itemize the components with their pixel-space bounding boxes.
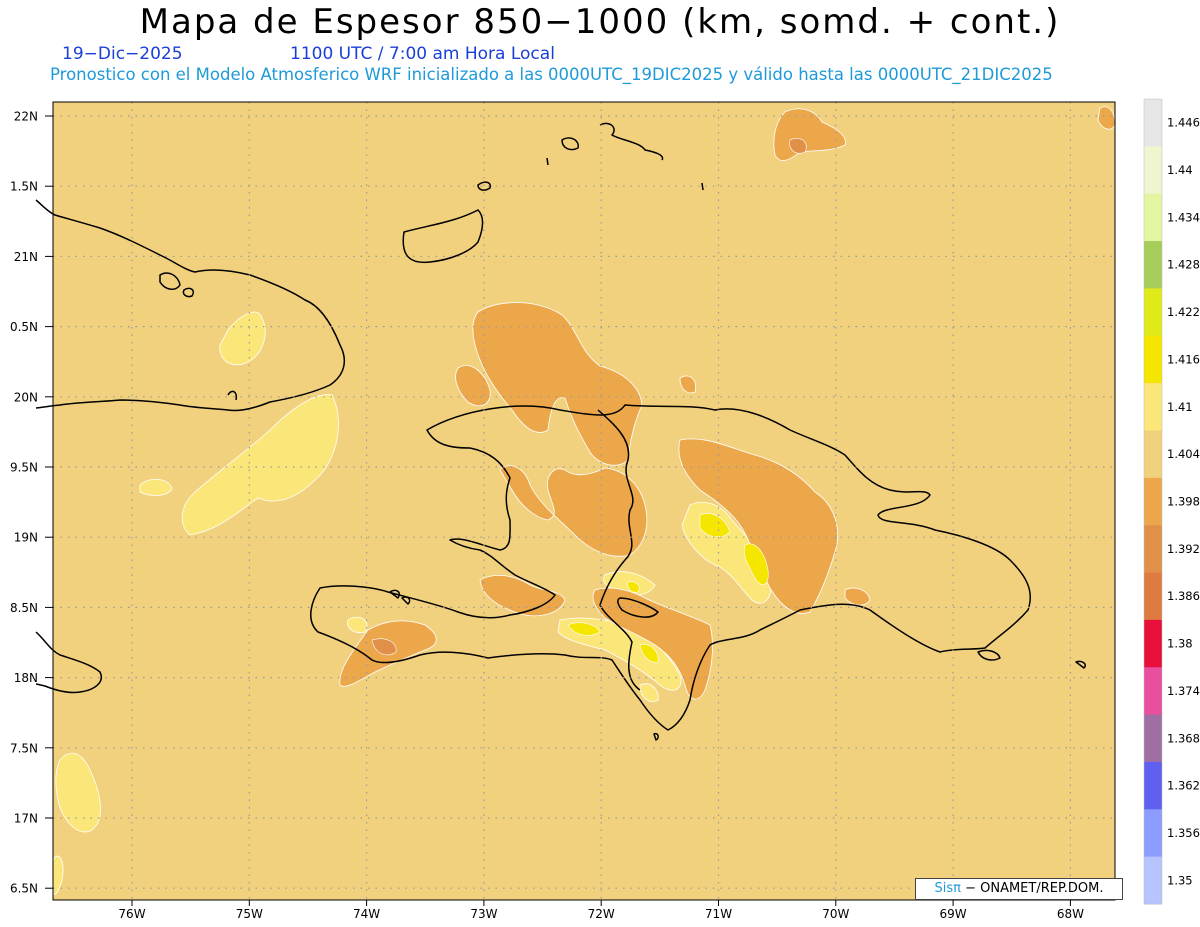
lat-tick-label: 9.5N [10, 461, 38, 475]
lon-tick-label: 76W [118, 907, 145, 921]
colorbar-label: 1.404 [1167, 447, 1200, 461]
colorbar-swatch [1144, 383, 1162, 431]
colorbar-label: 1.38 [1167, 637, 1193, 651]
colorbar-label: 1.422 [1167, 305, 1200, 319]
colorbar-swatch [1144, 525, 1162, 574]
lon-tick-label: 74W [353, 907, 380, 921]
colorbar-label: 1.368 [1167, 731, 1200, 745]
colorbar-label: 1.356 [1167, 826, 1200, 840]
colorbar-swatch [1144, 809, 1162, 858]
longitude-axis: 76W 75W 74W 73W 72W 71W 70W 69W 68W [118, 900, 1084, 921]
lon-tick-label: 73W [470, 907, 497, 921]
colorbar-label: 1.434 [1167, 210, 1200, 224]
colorbar-swatch [1144, 430, 1162, 479]
lat-tick-label: 0.5N [10, 320, 38, 334]
colorbar-label: 1.41 [1167, 400, 1193, 414]
lon-tick-label: 75W [236, 907, 263, 921]
colorbar-label: 1.446 [1167, 116, 1200, 130]
colorbar-label: 1.386 [1167, 589, 1200, 603]
colorbar-swatch [1144, 477, 1162, 526]
colorbar-label: 1.35 [1167, 873, 1193, 887]
lat-tick-label: 1.5N [10, 180, 38, 194]
credit-text: − ONAMET/REP.DOM. [960, 881, 1104, 896]
lat-tick-label: 17N [14, 812, 38, 826]
colorbar-swatch [1144, 856, 1162, 905]
latitude-axis: 22N 1.5N 21N 0.5N 20N 9.5N 19N 8.5N 18N 7.5N 17N 6.… [10, 110, 53, 896]
colorbar-swatch [1144, 193, 1162, 242]
credit-box: Sisπ − ONAMET/REP.DOM. [915, 878, 1123, 900]
sis-logo: Sisπ [934, 881, 961, 896]
colorbar-swatch [1144, 288, 1162, 337]
lon-tick-label: 72W [588, 907, 615, 921]
lat-tick-label: 7.5N [10, 741, 38, 755]
colorbar-label: 1.362 [1167, 779, 1200, 793]
thickness-map: 22N 1.5N 21N 0.5N 20N 9.5N 19N 8.5N 18N 7.5N 17N 6.… [10, 98, 1200, 921]
colorbar-swatch [1144, 335, 1162, 384]
lon-tick-label: 71W [705, 907, 732, 921]
colorbar-label: 1.392 [1167, 542, 1200, 556]
lon-tick-label: 68W [1057, 907, 1084, 921]
colorbar-swatch [1144, 714, 1162, 763]
lat-tick-label: 18N [14, 671, 38, 685]
colorbar-label: 1.44 [1167, 163, 1193, 177]
colorbar-swatch [1144, 761, 1162, 810]
lon-tick-label: 69W [940, 907, 967, 921]
lat-tick-label: 8.5N [10, 601, 38, 615]
colorbar-label: 1.398 [1167, 495, 1200, 509]
colorbar-swatch [1144, 99, 1162, 147]
colorbar-label: 1.428 [1167, 258, 1200, 272]
lat-tick-label: 20N [14, 390, 38, 404]
lat-tick-label: 22N [14, 110, 38, 124]
colorbar: 1.446 1.44 1.434 1.428 1.422 1.416 1.41 1.404 1.… [1143, 98, 1200, 905]
colorbar-swatch [1144, 619, 1162, 668]
colorbar-swatch [1144, 667, 1162, 716]
lat-tick-label: 19N [14, 531, 38, 545]
colorbar-label: 1.374 [1167, 684, 1200, 698]
colorbar-swatch [1144, 572, 1162, 621]
lat-tick-label: 6.5N [10, 882, 38, 896]
colorbar-swatch [1144, 241, 1162, 289]
lon-tick-label: 70W [822, 907, 849, 921]
colorbar-swatch [1144, 146, 1162, 195]
colorbar-label: 1.416 [1167, 352, 1200, 366]
lat-tick-label: 21N [14, 250, 38, 264]
